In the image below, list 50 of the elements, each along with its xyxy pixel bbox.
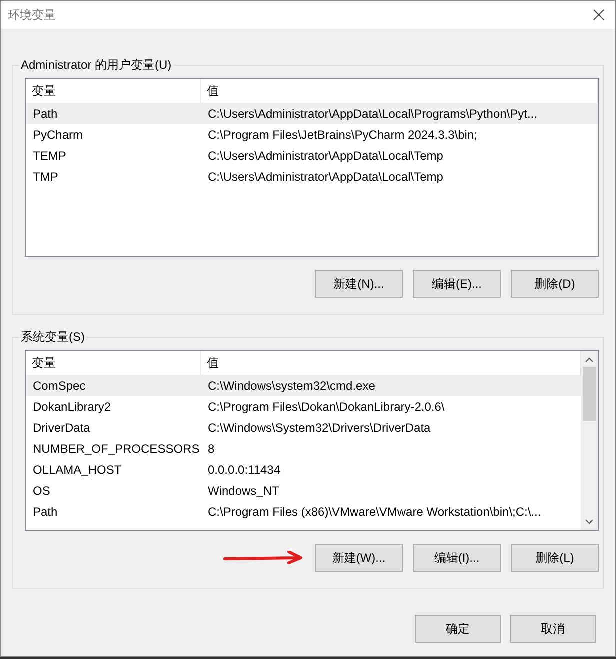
variable-name: Path xyxy=(32,504,59,518)
group-title: 系统变量(S) xyxy=(20,329,86,346)
variable-value: 0.0.0.0:11434 xyxy=(207,462,282,476)
dialog-button[interactable]: 编辑(I)... xyxy=(413,544,501,572)
variable-name: DriverData xyxy=(32,420,92,434)
scrollbar-thumb[interactable] xyxy=(583,367,596,421)
list-row[interactable]: DriverData C:\Windows\System32\Drivers\DriverData xyxy=(26,417,581,438)
variable-name: OS xyxy=(32,484,52,498)
variable-value: C:\Program Files\Dokan\DokanLibrary-2.0.6\ xyxy=(207,400,446,414)
list-row[interactable]: Path C:\Program Files (x86)\VMware\VMware Workstation\bin\;C:\... xyxy=(26,501,581,522)
arrow-icon xyxy=(223,551,305,565)
list-row[interactable]: NUMBER_OF_PROCESSORS 8 xyxy=(26,438,581,459)
list-row[interactable]: ComSpec C:\Windows\system32\cmd.exe xyxy=(26,375,581,396)
dialog-button[interactable]: 取消 xyxy=(510,615,596,643)
variable-value: C:\Users\Administrator\AppData\Local\Programs\Python\Pyt... xyxy=(207,106,538,120)
scrollbar[interactable] xyxy=(581,351,598,530)
list-row[interactable]: PyCharm C:\Program Files\JetBrains\PyCharm 2024.3.3\bin; xyxy=(26,124,598,145)
scroll-down-icon[interactable] xyxy=(585,519,594,525)
close-icon[interactable] xyxy=(593,9,605,21)
dialog-button[interactable]: 编辑(E)... xyxy=(413,270,501,298)
variable-value: C:\Users\Administrator\AppData\Local\Temp xyxy=(207,148,444,162)
scroll-up-icon[interactable] xyxy=(585,357,594,363)
dialog-button[interactable]: 新建(N)... xyxy=(315,270,403,298)
list-row[interactable]: OLLAMA_HOST 0.0.0.0:11434 xyxy=(26,459,581,480)
variable-value: Windows_NT xyxy=(207,484,280,498)
dialog-button[interactable]: 删除(L) xyxy=(511,544,599,572)
group-title: Administrator 的用户变量(U) xyxy=(20,57,173,74)
variable-name: OLLAMA_HOST xyxy=(32,462,123,476)
variable-value: C:\Program Files\JetBrains\PyCharm 2024.3.3\bin; xyxy=(207,128,478,142)
variable-value: C:\Windows\System32\Drivers\DriverData xyxy=(207,420,432,434)
variable-value: 8 xyxy=(207,442,216,456)
window-title: 环境变量 xyxy=(8,6,56,24)
dialog-button[interactable]: 确定 xyxy=(415,615,501,643)
variable-value: C:\Windows\system32\cmd.exe xyxy=(207,378,376,392)
variable-name: ComSpec xyxy=(32,378,87,392)
list-row[interactable]: TEMP C:\Users\Administrator\AppData\Local\Temp xyxy=(26,145,598,166)
variable-name: NUMBER_OF_PROCESSORS xyxy=(32,442,201,456)
variable-name: PyCharm xyxy=(32,128,84,142)
list-row[interactable]: OS Windows_NT xyxy=(26,480,581,501)
dialog-button[interactable]: 新建(W)... xyxy=(315,544,403,572)
list-row[interactable]: Path C:\Users\Administrator\AppData\Local\Programs\Python\Pyt... xyxy=(26,103,598,124)
variable-value: C:\Users\Administrator\AppData\Local\Temp xyxy=(207,170,444,184)
dialog-button[interactable]: 删除(D) xyxy=(511,270,599,298)
variable-value: C:\Program Files (x86)\VMware\VMware Workstation\bin\;C:\... xyxy=(207,504,542,518)
list-row[interactable]: TMP C:\Users\Administrator\AppData\Local\Temp xyxy=(26,166,598,187)
variable-name: TMP xyxy=(32,170,60,184)
list-row[interactable]: DokanLibrary2 C:\Program Files\Dokan\DokanLibrary-2.0.6\ xyxy=(26,396,581,417)
variable-name: DokanLibrary2 xyxy=(32,400,112,414)
variable-name: Path xyxy=(32,106,59,120)
variable-name: TEMP xyxy=(32,148,68,162)
